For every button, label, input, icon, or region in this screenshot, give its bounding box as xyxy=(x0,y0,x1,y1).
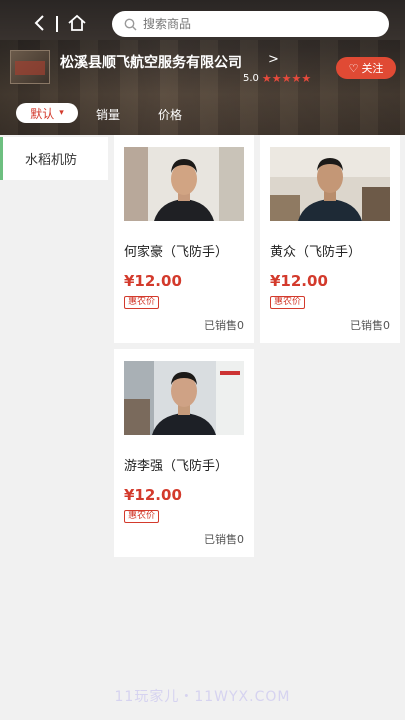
top-bar xyxy=(0,8,405,38)
shop-rating: 5.0 ★ ★ ★ ★ ★ xyxy=(243,73,311,84)
product-title[interactable]: 黄众（飞防手） xyxy=(270,241,390,260)
search-input[interactable] xyxy=(143,17,343,31)
sold-count: 已销售0 xyxy=(204,533,244,546)
chevron-left-icon xyxy=(34,15,44,31)
search-icon xyxy=(124,18,137,30)
product-card[interactable]: 何家豪（飞防手） ¥12.00 惠农价 已销售0 xyxy=(114,135,254,343)
star-icon: ★ xyxy=(261,72,272,85)
product-photo[interactable] xyxy=(124,361,244,435)
product-title[interactable]: 游李强（飞防手） xyxy=(124,455,244,474)
nav-divider xyxy=(56,16,58,32)
product-photo[interactable] xyxy=(124,147,244,221)
shop-logo[interactable] xyxy=(10,50,50,84)
product-price: ¥12.00 xyxy=(124,272,182,290)
star-icon: ★ xyxy=(291,72,302,85)
follow-button[interactable]: ♡ 关注 xyxy=(336,57,396,79)
sold-count: 已销售0 xyxy=(204,319,244,332)
price-tag-badge: 惠农价 xyxy=(124,296,160,309)
price-tag-badge: 惠农价 xyxy=(270,296,306,309)
sort-sales-tab[interactable]: 销量 xyxy=(96,106,120,123)
star-icon: ★ xyxy=(301,72,312,85)
star-icon: ★ xyxy=(271,72,282,85)
search-box[interactable] xyxy=(112,11,389,37)
sort-default-label: 默认 xyxy=(30,106,55,121)
product-title[interactable]: 何家豪（飞防手） xyxy=(124,241,244,260)
product-price: ¥12.00 xyxy=(270,272,328,290)
home-button[interactable] xyxy=(65,12,89,34)
sort-price-tab[interactable]: 价格 xyxy=(158,106,182,123)
category-item-rice-spraying[interactable]: 水稻机防 xyxy=(0,137,108,180)
product-price: ¥12.00 xyxy=(124,486,182,504)
price-tag-badge: 惠农价 xyxy=(124,510,160,523)
star-icon: ★ xyxy=(281,72,292,85)
category-sidebar: 水稻机防 xyxy=(0,135,108,720)
product-photo[interactable] xyxy=(270,147,390,221)
rating-value: 5.0 xyxy=(243,73,259,84)
sort-tabs: 默认 ▾ 销量 价格 xyxy=(0,101,405,125)
shop-info: 松溪县顺飞航空服务有限公司 > 5.0 ★ ★ ★ ★ ★ ♡ 关注 xyxy=(0,50,405,86)
shop-header: 松溪县顺飞航空服务有限公司 > 5.0 ★ ★ ★ ★ ★ ♡ 关注 默认 ▾ … xyxy=(0,0,405,135)
follow-label: 关注 xyxy=(361,62,384,75)
heart-icon: ♡ xyxy=(348,61,359,75)
sort-default-button[interactable]: 默认 ▾ xyxy=(16,103,78,123)
product-card[interactable]: 游李强（飞防手） ¥12.00 惠农价 已销售0 xyxy=(114,349,254,557)
shop-arrow-icon[interactable]: > xyxy=(268,52,279,67)
home-icon xyxy=(68,14,86,31)
sold-count: 已销售0 xyxy=(350,319,390,332)
chevron-down-icon: ▾ xyxy=(59,108,64,118)
shop-name[interactable]: 松溪县顺飞航空服务有限公司 xyxy=(60,52,242,72)
product-card[interactable]: 黄众（飞防手） ¥12.00 惠农价 已销售0 xyxy=(260,135,400,343)
back-button[interactable] xyxy=(28,12,50,34)
watermark: 11玩家儿・11WYX.COM xyxy=(114,689,291,705)
